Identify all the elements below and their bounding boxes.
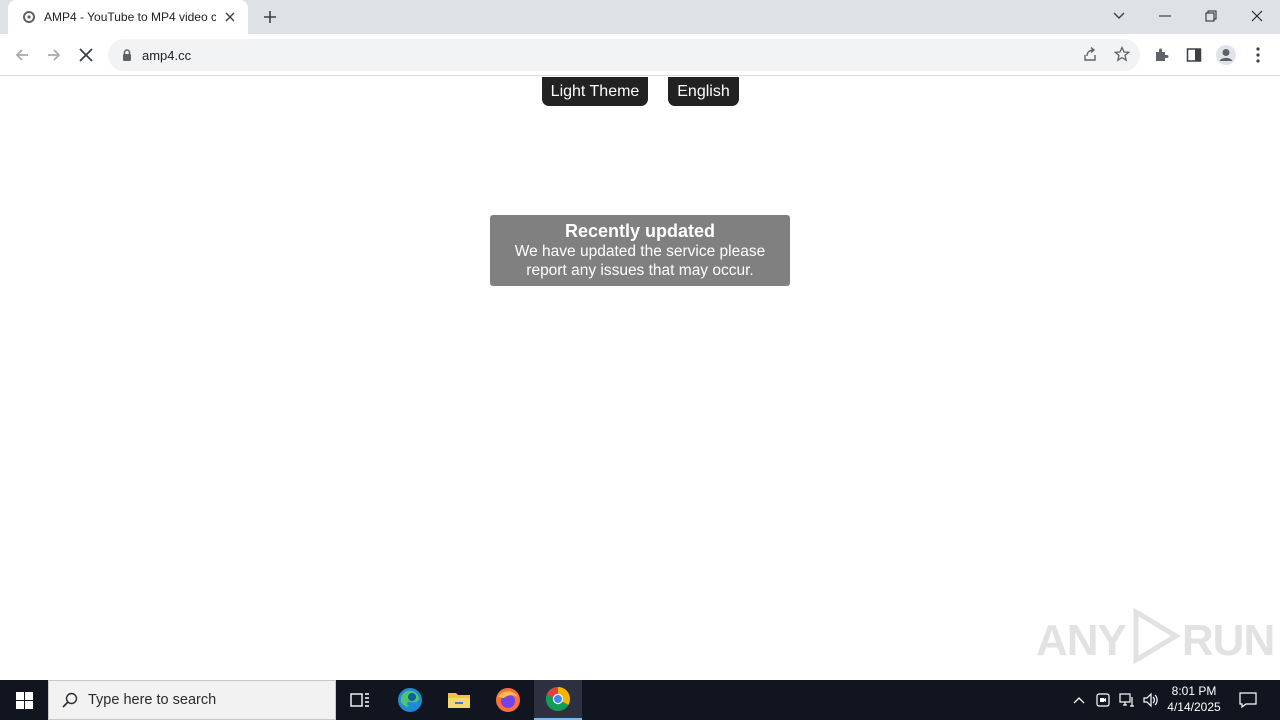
url-text: amp4.cc (142, 47, 192, 63)
windows-start-button[interactable] (0, 680, 48, 720)
volume-icon[interactable] (1140, 680, 1162, 720)
watermark-play-icon (1130, 607, 1182, 675)
address-bar[interactable]: amp4.cc (108, 39, 1140, 71)
tab-search-icon[interactable] (1096, 0, 1142, 32)
firefox-icon[interactable] (484, 680, 532, 720)
profile-avatar-icon[interactable] (1214, 43, 1238, 67)
menu-kebab-icon[interactable] (1246, 43, 1270, 67)
close-window-icon[interactable] (1234, 0, 1280, 32)
extensions-icon[interactable] (1150, 43, 1174, 67)
language-button[interactable]: English (668, 77, 739, 106)
watermark-right-text: RUN (1181, 616, 1275, 665)
notice-body-line1: We have updated the service please (514, 243, 766, 260)
restore-icon[interactable] (1188, 0, 1234, 32)
search-icon (61, 691, 79, 709)
new-tab-button[interactable] (258, 5, 282, 29)
tab-title: AMP4 - YouTube to MP4 video c (44, 10, 216, 24)
clock-time: 8:01 PM (1171, 684, 1217, 698)
taskbar-clock[interactable]: 8:01 PM 4/14/2025 (1160, 683, 1228, 715)
show-hidden-icons-icon[interactable] (1068, 680, 1090, 720)
theme-toggle-button[interactable]: Light Theme (542, 77, 648, 106)
notice-title: Recently updated (564, 221, 716, 241)
chrome-taskbar-icon[interactable] (534, 680, 582, 720)
notifications-icon[interactable] (1234, 680, 1262, 720)
network-icon[interactable] (1116, 680, 1138, 720)
share-icon[interactable] (1078, 42, 1102, 66)
browser-tab[interactable]: AMP4 - YouTube to MP4 video c (8, 0, 248, 34)
clock-date: 4/14/2025 (1167, 700, 1221, 714)
back-button[interactable] (8, 41, 36, 69)
lock-icon[interactable] (120, 48, 134, 62)
taskbar-search-box[interactable]: Type here to search (48, 680, 336, 720)
stop-loading-button[interactable] (72, 41, 100, 69)
bookmark-star-icon[interactable] (1110, 42, 1134, 66)
page-content: Light Theme English Recently updated We … (0, 77, 1280, 680)
anyrun-watermark: ANY RUN (1036, 607, 1275, 675)
watermark-left-text: ANY (1036, 616, 1127, 665)
search-placeholder: Type here to search (88, 692, 217, 708)
minimize-icon[interactable] (1142, 0, 1188, 32)
task-view-icon[interactable] (336, 680, 384, 720)
tab-favicon-icon (22, 10, 36, 24)
tab-strip: AMP4 - YouTube to MP4 video c (0, 0, 1280, 34)
file-explorer-icon[interactable] (435, 680, 483, 720)
notice-body-line2: report any issues that may occur. (526, 262, 754, 279)
meet-now-icon[interactable] (1092, 680, 1114, 720)
windows-taskbar: Type here to search 8:01 PM 4/14/2025 (0, 680, 1280, 720)
browser-toolbar: amp4.cc (0, 34, 1280, 76)
tab-close-icon[interactable] (222, 9, 238, 25)
update-notice: Recently updated We have updated the ser… (490, 215, 790, 286)
edge-browser-icon[interactable] (386, 680, 434, 720)
forward-button[interactable] (40, 41, 68, 69)
side-panel-icon[interactable] (1182, 43, 1206, 67)
